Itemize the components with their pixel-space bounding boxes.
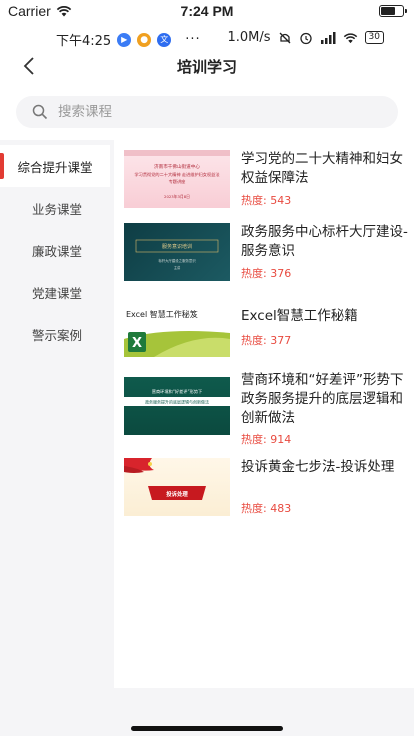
thumb-text: 学习贯彻党的二十大精神 走进维护妇女权益法 (134, 171, 219, 178)
course-card[interactable]: 服务意识培训 标杆大厅建设之服务意识 主讲 政务服务中心标杆大厅建设-服务意识 … (124, 223, 414, 283)
thumbnail-art: 投诉处理 (124, 458, 206, 500)
heat-value: 483 (270, 502, 292, 515)
thumb-text: 标杆大厅建设之服务意识 (158, 258, 196, 263)
sidebar-item-label: 廉政课堂 (31, 243, 82, 259)
thumbnail-art: 服务意识培训 标杆大厅建设之服务意识 主讲 (135, 239, 219, 270)
sidebar-item-business[interactable]: 业务课堂 (0, 187, 114, 229)
translate-icon: 文 (157, 32, 172, 47)
ios-time: 7:24 PM (180, 3, 234, 19)
sidebar-item-warning-cases[interactable]: 警示案例 (0, 313, 114, 355)
heat-label: 热度: (241, 267, 267, 280)
category-sidebar: 综合提升课堂 业务课堂 廉政课堂 党建课堂 警示案例 (0, 140, 114, 688)
sidebar-item-label: 党建课堂 (31, 285, 82, 301)
course-thumbnail: 服务意识培训 标杆大厅建设之服务意识 主讲 (124, 223, 230, 281)
thumb-text: 政务服务提升的底层逻辑与创新做法 (145, 399, 209, 405)
search-icon (32, 104, 48, 120)
heat-label: 热度: (241, 502, 267, 515)
ios-status-bar: Carrier 7:24 PM (0, 0, 414, 22)
thumb-text: 投诉处理 (166, 490, 188, 498)
course-thumbnail: 营商环境和“好差评”形势下 政务服务提升的底层逻辑与创新做法 (124, 377, 230, 435)
course-title: 营商环境和“好差评”形势下政务服务提升的底层逻辑和创新做法 (241, 372, 404, 426)
heat-value: 377 (270, 334, 292, 347)
course-title: 政务服务中心标杆大厅建设-服务意识 (241, 224, 408, 259)
course-title: 学习党的二十大精神和妇女权益保障法 (241, 151, 403, 186)
thumb-text: Excel 智慧工作秘笈 (126, 309, 198, 319)
device-time: 下午4:25 (56, 34, 112, 49)
sidebar-item-label: 综合提升课堂 (17, 159, 93, 175)
heat-label: 热度: (241, 334, 267, 347)
sidebar-item-comprehensive[interactable]: 综合提升课堂 (0, 145, 110, 187)
course-thumbnail: 济南市千佛山街道中心 学习贯彻党的二十大精神 走进维护妇女权益法 专题讲座 20… (124, 150, 230, 208)
course-heat: 热度: 376 (241, 265, 291, 281)
course-heat: 热度: 377 (241, 332, 291, 348)
search-box[interactable] (16, 96, 398, 128)
course-card[interactable]: 济南市千佛山街道中心 学习贯彻党的二十大精神 走进维护妇女权益法 专题讲座 20… (124, 150, 414, 210)
play-icon: ▶ (117, 32, 132, 47)
battery-icon: 30 (364, 31, 384, 44)
course-card[interactable]: 投诉处理 投诉黄金七步法-投诉处理 热度: 483 (124, 458, 414, 518)
thumb-text: 济南市千佛山街道中心 (154, 163, 200, 170)
sidebar-item-label: 业务课堂 (31, 201, 82, 217)
network-speed: 1.0M/s (227, 30, 271, 45)
heat-value: 376 (270, 267, 292, 280)
battery-icon (379, 5, 407, 17)
sidebar-item-party-building[interactable]: 党建课堂 (0, 271, 114, 313)
thumbnail-art: Excel 智慧工作秘笈 X (124, 309, 230, 357)
search-section (0, 86, 414, 134)
more-dots: ··· (185, 32, 201, 47)
course-title: 投诉黄金七步法-投诉处理 (241, 459, 395, 475)
thumb-text: 主讲 (174, 265, 181, 270)
nav-bar: 培训学习 (0, 50, 414, 84)
heat-label: 热度: (241, 194, 267, 207)
heat-value: 543 (270, 194, 292, 207)
svg-text:X: X (132, 336, 142, 351)
sidebar-item-label: 警示案例 (31, 327, 82, 343)
alarm-icon (299, 32, 312, 44)
mute-icon (279, 32, 291, 43)
course-thumbnail: Excel 智慧工作秘笈 X (124, 299, 230, 357)
signal-icon (320, 31, 336, 44)
course-heat: 热度: 543 (241, 192, 291, 208)
sidebar-item-integrity[interactable]: 廉政课堂 (0, 229, 114, 271)
course-title: Excel智慧工作秘籍 (241, 308, 358, 324)
thumb-text: 服务意识培训 (162, 243, 192, 250)
home-indicator[interactable] (131, 726, 283, 731)
thumb-text: 2023年3月8日 (164, 194, 190, 199)
course-heat: 热度: 483 (241, 500, 291, 516)
search-input[interactable] (58, 104, 358, 120)
course-heat: 热度: 914 (241, 431, 291, 447)
thumbnail-art: 营商环境和“好差评”形势下 政务服务提升的底层逻辑与创新做法 (124, 388, 230, 406)
thumbnail-art: 济南市千佛山街道中心 学习贯彻党的二十大精神 走进维护妇女权益法 专题讲座 20… (124, 150, 230, 199)
course-card[interactable]: Excel 智慧工作秘笈 X Excel智慧工作秘籍 热度: 377 (124, 299, 414, 359)
course-list: 济南市千佛山街道中心 学习贯彻党的二十大精神 走进维护妇女权益法 专题讲座 20… (114, 140, 414, 688)
thumb-text: 专题讲座 (169, 178, 186, 185)
course-thumbnail: 投诉处理 (124, 458, 230, 516)
heat-label: 热度: (241, 433, 267, 446)
wifi-icon (343, 32, 357, 43)
page-title: 培训学习 (176, 58, 237, 76)
thumb-text: 营商环境和“好差评”形势下 (152, 388, 202, 395)
weibo-icon: ● (137, 32, 152, 47)
heat-value: 914 (270, 433, 292, 446)
device-status-bar: 下午4:25 ▶ ● 文 ··· 1.0M/s 30 (0, 26, 414, 50)
course-card[interactable]: 营商环境和“好差评”形势下 政务服务提升的底层逻辑与创新做法 营商环境和“好差评… (124, 371, 414, 446)
